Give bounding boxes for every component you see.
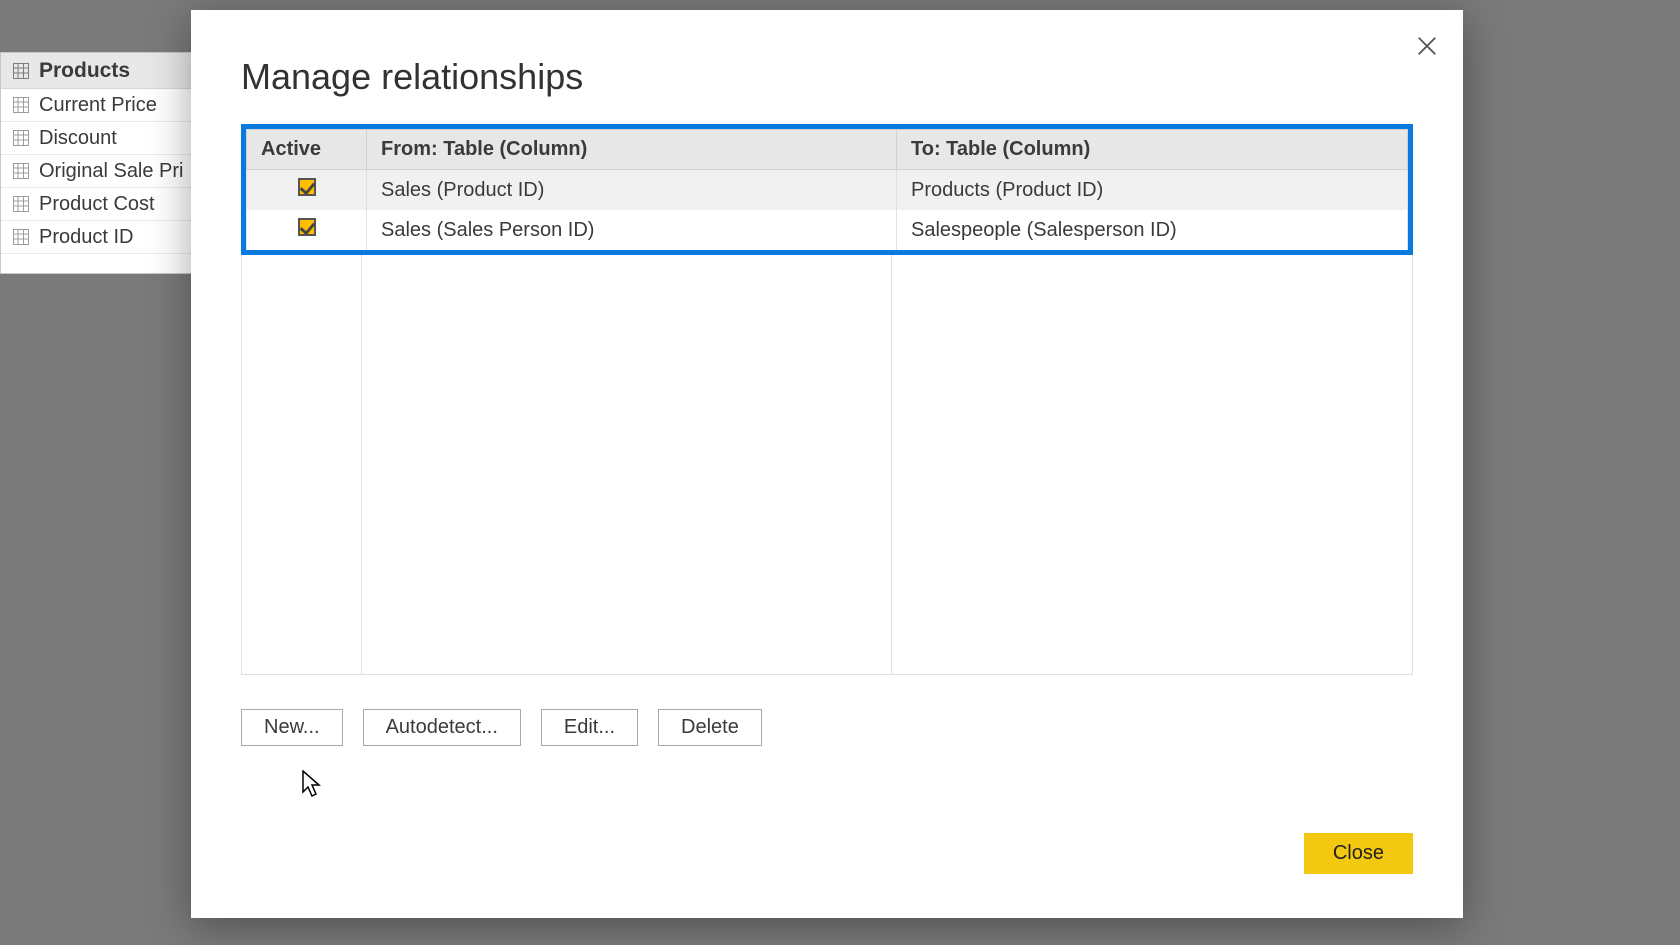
close-button[interactable]: Close — [1304, 833, 1413, 874]
field-item[interactable]: Product ID — [1, 221, 194, 254]
delete-button[interactable]: Delete — [658, 709, 762, 746]
relationships-table: Active From: Table (Column) To: Table (C… — [246, 129, 1408, 250]
field-label: Product ID — [39, 226, 133, 249]
field-label: Current Price — [39, 94, 157, 117]
col-header-from[interactable]: From: Table (Column) — [367, 130, 897, 170]
edit-button[interactable]: Edit... — [541, 709, 638, 746]
checkbox-checked-icon[interactable] — [298, 218, 316, 236]
col-header-active[interactable]: Active — [247, 130, 367, 170]
active-cell[interactable] — [247, 210, 367, 250]
relationships-table-highlight: Active From: Table (Column) To: Table (C… — [241, 124, 1413, 255]
field-item[interactable]: Current Price — [1, 89, 194, 122]
table-icon — [13, 163, 29, 179]
table-icon — [13, 130, 29, 146]
checkbox-checked-icon[interactable] — [298, 178, 316, 196]
to-cell: Products (Product ID) — [897, 170, 1408, 211]
field-label: Product Cost — [39, 193, 155, 216]
autodetect-button[interactable]: Autodetect... — [363, 709, 521, 746]
table-icon — [13, 63, 29, 79]
fields-panel: Products Current Price Discount Original… — [0, 52, 195, 274]
manage-relationships-dialog: Manage relationships Active From: Table … — [191, 10, 1463, 918]
col-header-to[interactable]: To: Table (Column) — [897, 130, 1408, 170]
close-icon[interactable] — [1413, 32, 1441, 60]
active-cell[interactable] — [247, 170, 367, 211]
field-item[interactable]: Product Cost — [1, 188, 194, 221]
field-item[interactable]: Discount — [1, 122, 194, 155]
table-icon — [13, 229, 29, 245]
dialog-footer: Close — [1304, 833, 1413, 874]
fields-panel-title: Products — [39, 59, 130, 83]
dialog-title: Manage relationships — [241, 56, 1413, 98]
fields-panel-header[interactable]: Products — [1, 53, 194, 89]
field-label: Original Sale Pri — [39, 160, 184, 183]
table-icon — [13, 97, 29, 113]
fields-list: Current Price Discount Original Sale Pri… — [1, 89, 194, 254]
table-header-row: Active From: Table (Column) To: Table (C… — [247, 130, 1408, 170]
table-icon — [13, 196, 29, 212]
relationship-row[interactable]: Sales (Product ID) Products (Product ID) — [247, 170, 1408, 211]
field-label: Discount — [39, 127, 117, 150]
dialog-action-row: New... Autodetect... Edit... Delete — [241, 709, 1413, 746]
field-item[interactable]: Original Sale Pri — [1, 155, 194, 188]
new-button[interactable]: New... — [241, 709, 343, 746]
relationships-table-body-empty — [241, 255, 1413, 675]
from-cell: Sales (Product ID) — [367, 170, 897, 211]
from-cell: Sales (Sales Person ID) — [367, 210, 897, 250]
relationship-row[interactable]: Sales (Sales Person ID) Salespeople (Sal… — [247, 210, 1408, 250]
to-cell: Salespeople (Salesperson ID) — [897, 210, 1408, 250]
